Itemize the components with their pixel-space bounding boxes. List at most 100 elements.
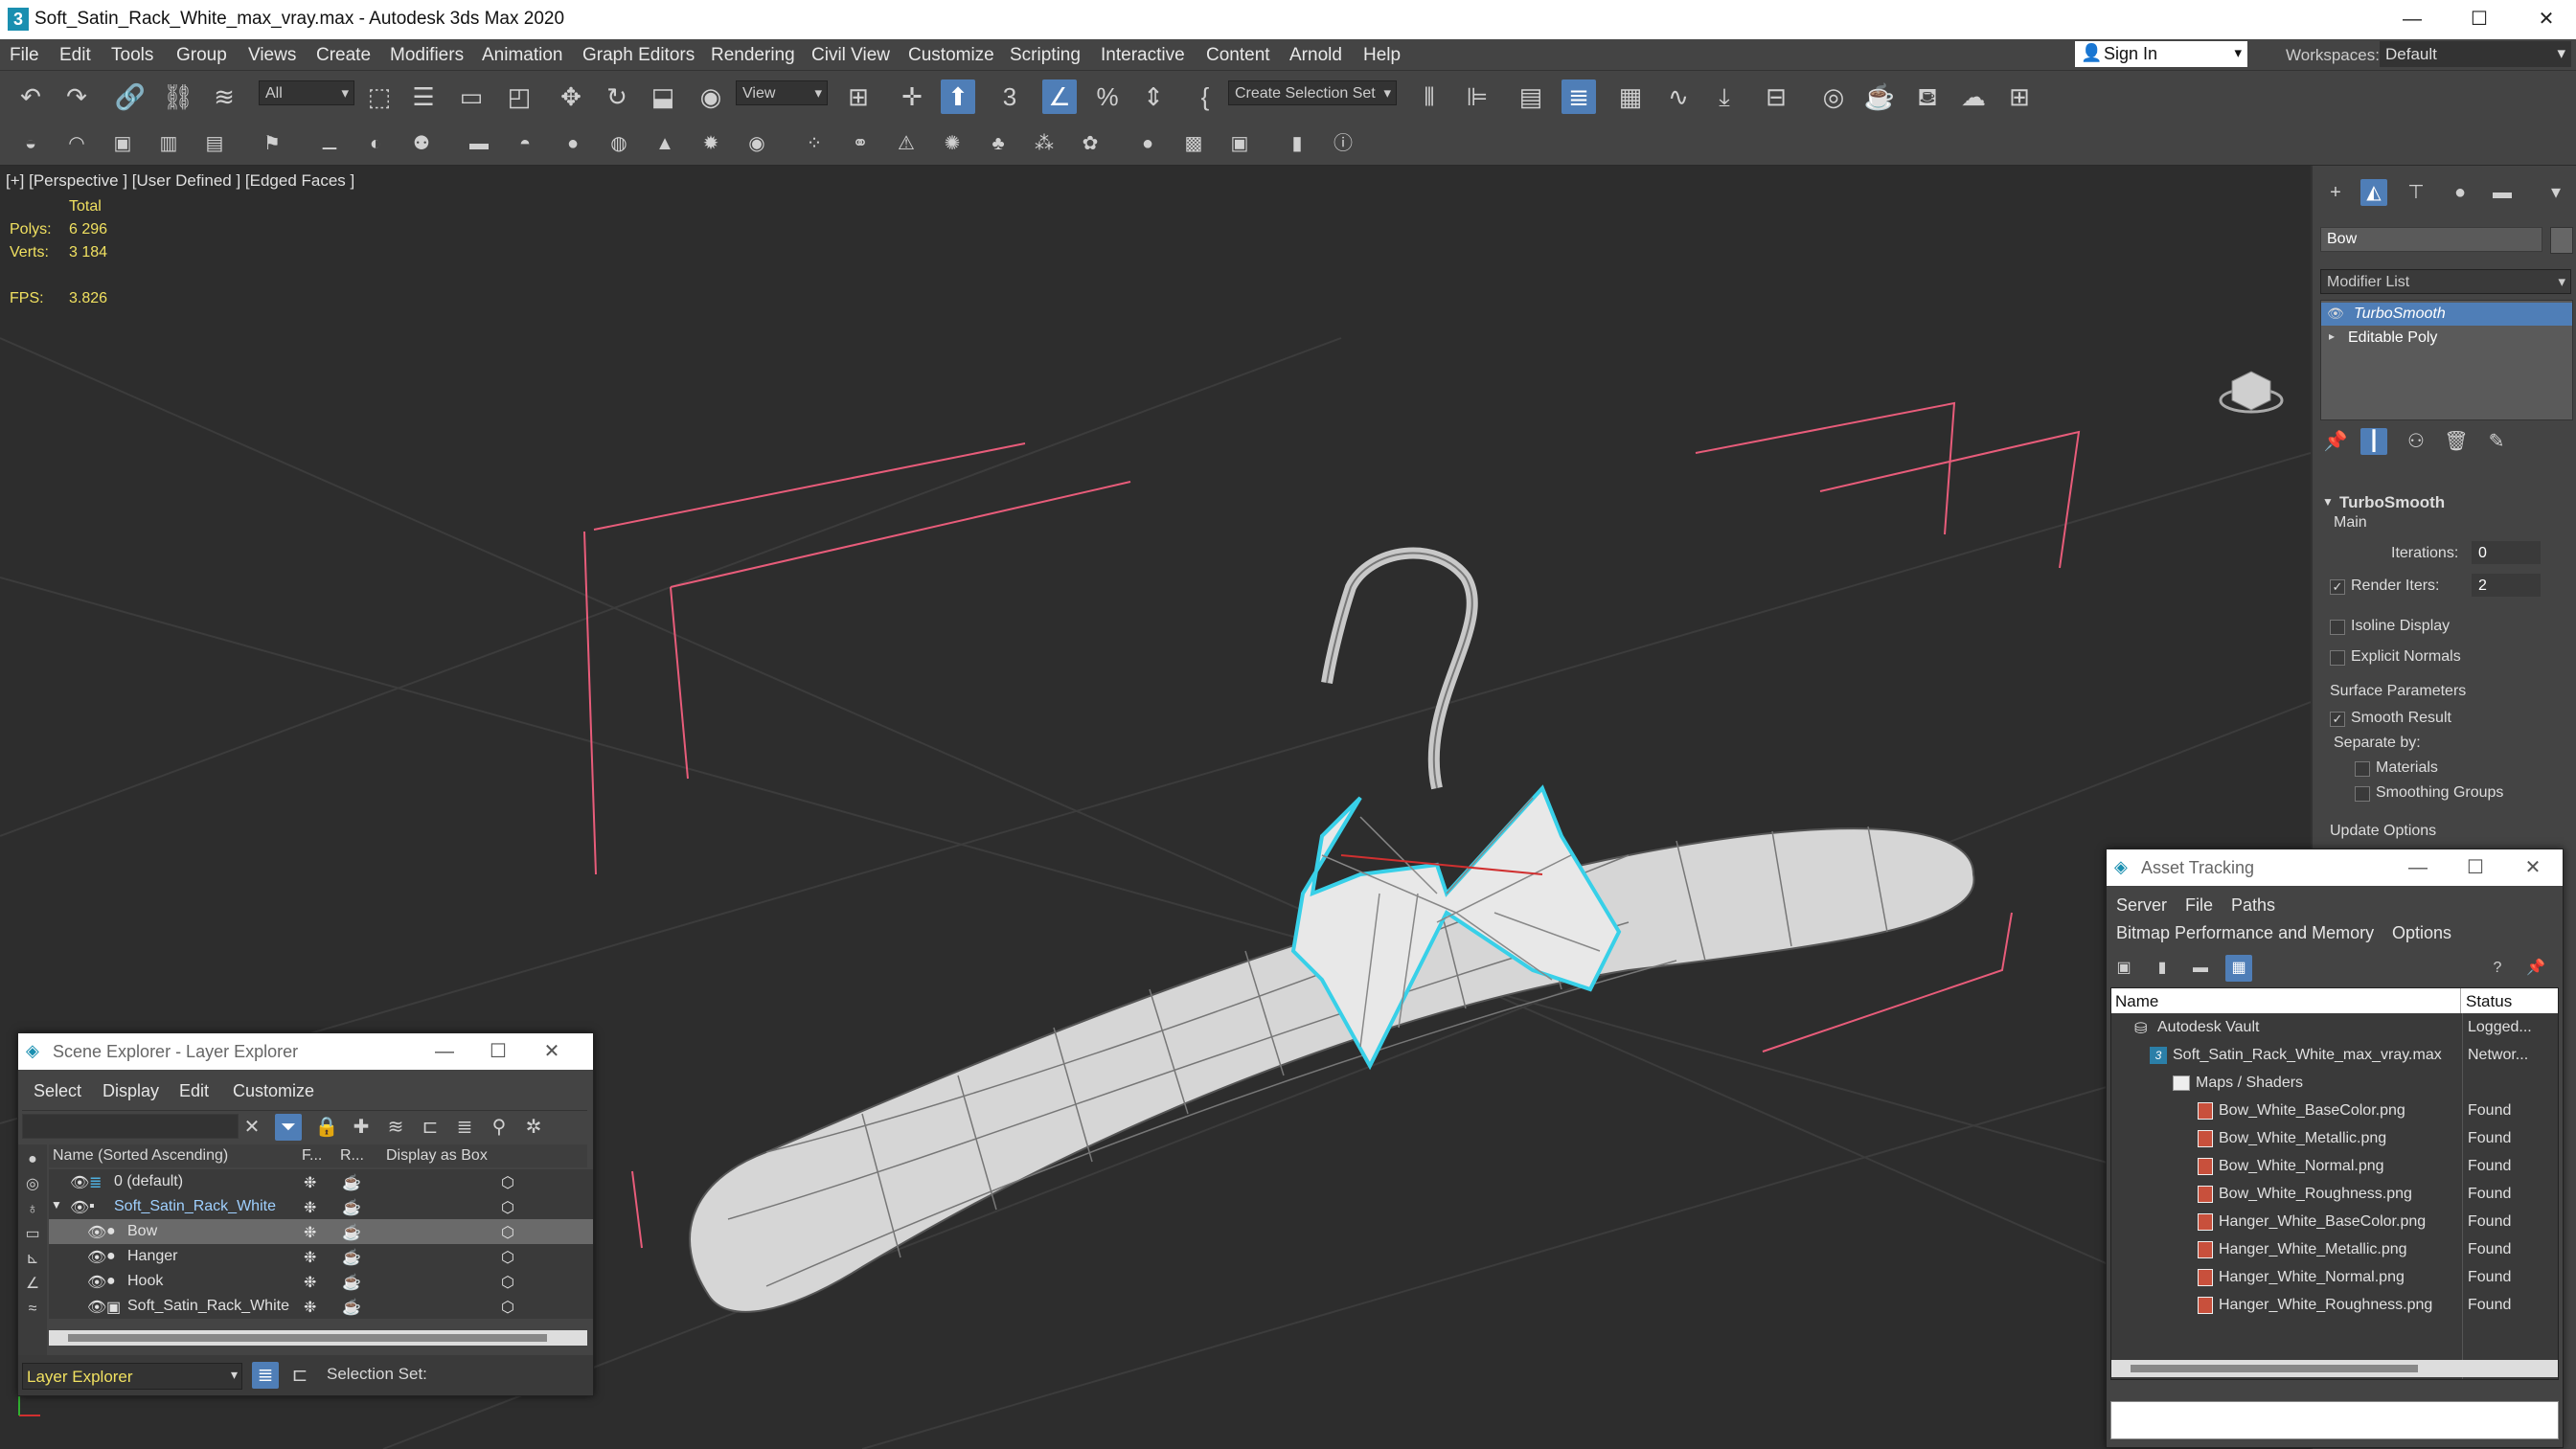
asset-row-texture[interactable]: Hanger_White_Normal.png Found xyxy=(2111,1265,2558,1290)
align-icon[interactable]: ⊫ xyxy=(1460,79,1494,114)
sphere-icon[interactable]: ● xyxy=(559,130,586,157)
render-iters-checkbox[interactable]: ✓ xyxy=(2330,579,2345,595)
modify-tab-icon[interactable]: ◭ xyxy=(2360,179,2387,206)
column-name[interactable]: Name xyxy=(2115,992,2158,1011)
proxy-icon[interactable]: ✿ xyxy=(1077,130,1104,157)
settings-icon[interactable]: ▮ xyxy=(1284,130,1311,157)
stack-item-turbosmooth[interactable]: 👁 TurboSmooth xyxy=(2321,303,2572,326)
minimize-button[interactable]: — xyxy=(2385,4,2439,34)
undo-icon[interactable]: ↶ xyxy=(13,79,48,114)
box-icon[interactable]: ⬡ xyxy=(501,1198,514,1217)
hierarchy-tab-icon[interactable]: ⊤ xyxy=(2403,179,2429,206)
asset-row-vault[interactable]: ⛁ Autodesk Vault Logged... xyxy=(2111,1015,2558,1040)
hierarchy-icon[interactable]: ⊏ xyxy=(417,1114,444,1141)
menu-edit[interactable]: Edit xyxy=(59,45,91,66)
smooth-result-checkbox[interactable]: ✓ xyxy=(2330,712,2345,727)
triangle-right-icon[interactable]: ▸ xyxy=(2329,329,2335,343)
search-input[interactable] xyxy=(22,1114,239,1139)
render-icon[interactable]: ☕ xyxy=(342,1173,361,1192)
viewport-shading-icon[interactable]: ◒ xyxy=(17,130,44,157)
close-button[interactable]: ✕ xyxy=(2519,4,2573,34)
keyboard-shortcut-override-icon[interactable]: ⬆ xyxy=(941,79,975,114)
remove-modifier-icon[interactable]: 🗑 xyxy=(2443,428,2470,455)
place-icon[interactable]: ◉ xyxy=(694,79,728,114)
bone-icon[interactable]: ⚊ xyxy=(316,130,343,157)
object-name-field[interactable]: Bow xyxy=(2320,227,2542,252)
filter-icon[interactable]: ⏷ xyxy=(275,1114,302,1141)
layer-explorer-icon[interactable]: ≣ xyxy=(1562,79,1596,114)
maximize-button[interactable]: ☐ xyxy=(2451,852,2499,883)
scene-explorer-icon[interactable]: ⊏ xyxy=(286,1362,313,1389)
display-helpers-icon[interactable]: ⊾ xyxy=(19,1246,46,1273)
help-icon[interactable]: ? xyxy=(2484,955,2511,982)
clear-search-icon[interactable]: ✕ xyxy=(239,1114,265,1141)
highlight-icon[interactable]: ⚲ xyxy=(486,1114,513,1141)
ribbon-icon[interactable]: ▦ xyxy=(1613,79,1648,114)
curve-editor-icon[interactable]: ∿ xyxy=(1661,79,1696,114)
eye-icon[interactable]: 👁 xyxy=(87,1223,106,1242)
menu-modifiers[interactable]: Modifiers xyxy=(390,45,464,66)
display-none-icon[interactable]: ● xyxy=(19,1146,46,1173)
render-iters-spinner[interactable]: 2 xyxy=(2472,574,2541,597)
bind-space-warp-icon[interactable]: ≋ xyxy=(207,79,241,114)
asset-row-texture[interactable]: Bow_White_Normal.png Found xyxy=(2111,1154,2558,1179)
asset-row-maps-folder[interactable]: Maps / Shaders xyxy=(2111,1071,2558,1096)
reference-coordinate-dropdown[interactable]: View xyxy=(736,80,828,106)
object-row[interactable]: 👁 ▣ Soft_Satin_Rack_White ❉ ☕ ⬡ xyxy=(49,1294,593,1319)
display-geometry-icon[interactable]: ◎ xyxy=(19,1171,46,1198)
asset-row-texture[interactable]: Bow_White_Roughness.png Found xyxy=(2111,1182,2558,1207)
grid-view-icon[interactable]: ▦ xyxy=(2225,955,2252,982)
menu-paths[interactable]: Paths xyxy=(2231,895,2275,916)
box-icon[interactable]: ⬡ xyxy=(501,1298,514,1317)
column-render[interactable]: R... xyxy=(340,1147,364,1165)
angle-snap-icon[interactable]: ∠ xyxy=(1042,79,1077,114)
refresh-icon[interactable]: ▣ xyxy=(2110,955,2137,982)
menu-create[interactable]: Create xyxy=(316,45,371,66)
display-shapes-icon[interactable]: ∠ xyxy=(19,1271,46,1298)
layer-explorer-icon[interactable]: ≣ xyxy=(252,1362,279,1389)
iterations-spinner[interactable]: 0 xyxy=(2472,541,2541,564)
menu-content[interactable]: Content xyxy=(1206,45,1270,66)
eye-icon[interactable]: 👁 xyxy=(87,1298,106,1317)
column-name[interactable]: Name (Sorted Ascending) xyxy=(53,1147,228,1165)
modifier-list-dropdown[interactable]: Modifier List xyxy=(2320,269,2571,295)
motion-tab-icon[interactable]: ● xyxy=(2447,179,2473,206)
texture-icon[interactable]: ▩ xyxy=(1180,130,1207,157)
object-row[interactable]: 👁 ● Hook ❉ ☕ ⬡ xyxy=(49,1269,593,1294)
object-row[interactable]: 👁 ● Bow ❉ ☕ ⬡ xyxy=(49,1219,593,1244)
menu-bitmap-performance[interactable]: Bitmap Performance and Memory xyxy=(2116,923,2374,943)
viewport-label[interactable]: [+] [Perspective ] [User Defined ] [Edge… xyxy=(6,171,354,191)
render-icon[interactable]: ☕ xyxy=(342,1273,361,1292)
spinner-snap-icon[interactable]: ⇕ xyxy=(1136,79,1171,114)
sign-in-dropdown[interactable]: 👤 Sign In ▾ xyxy=(2075,41,2247,67)
turbosmooth-rollout-title[interactable]: TurboSmooth xyxy=(2339,493,2445,512)
link-icon[interactable]: 🔗 xyxy=(113,79,148,114)
display-cameras-icon[interactable]: ▭ xyxy=(19,1221,46,1248)
show-end-result-icon[interactable]: ┃ xyxy=(2360,428,2387,455)
horizontal-scrollbar[interactable] xyxy=(49,1330,587,1346)
menu-file[interactable]: File xyxy=(10,45,39,66)
workspaces-dropdown[interactable]: Default ▾ xyxy=(2380,41,2571,67)
render-icon[interactable]: ☕ xyxy=(342,1248,361,1267)
eye-icon[interactable]: 👁 xyxy=(87,1248,106,1267)
object-row[interactable]: 👁 ● Hanger ❉ ☕ ⬡ xyxy=(49,1244,593,1269)
menu-group[interactable]: Group xyxy=(176,45,227,66)
character-icon[interactable]: ⚉ xyxy=(408,130,435,157)
close-button[interactable]: ✕ xyxy=(528,1036,576,1067)
schematic-view-icon[interactable]: ⊟ xyxy=(1759,79,1793,114)
stack-item-editable-poly[interactable]: ▸ Editable Poly xyxy=(2321,327,2572,350)
layer-row[interactable]: 👁 ≣ 0 (default) ❉ ☕ ⬡ xyxy=(49,1169,593,1194)
eye-icon[interactable]: 👁 xyxy=(2327,306,2344,322)
redo-icon[interactable]: ↷ xyxy=(59,79,94,114)
asset-row-texture[interactable]: Bow_White_BaseColor.png Found xyxy=(2111,1098,2558,1123)
box-icon[interactable]: ⬡ xyxy=(501,1248,514,1267)
sun-light-icon[interactable]: ✹ xyxy=(697,130,724,157)
maximize-button[interactable]: ☐ xyxy=(2452,4,2506,34)
menu-arnold[interactable]: Arnold xyxy=(1289,45,1342,66)
container-icon[interactable]: ▣ xyxy=(109,130,136,157)
menu-animation[interactable]: Animation xyxy=(482,45,563,66)
display-spacewarps-icon[interactable]: ≈ xyxy=(19,1296,46,1323)
dome-icon[interactable]: ◓ xyxy=(512,130,538,157)
freeze-icon[interactable]: ❉ xyxy=(304,1248,316,1267)
dope-sheet-icon[interactable]: ⤓ xyxy=(1707,79,1742,114)
